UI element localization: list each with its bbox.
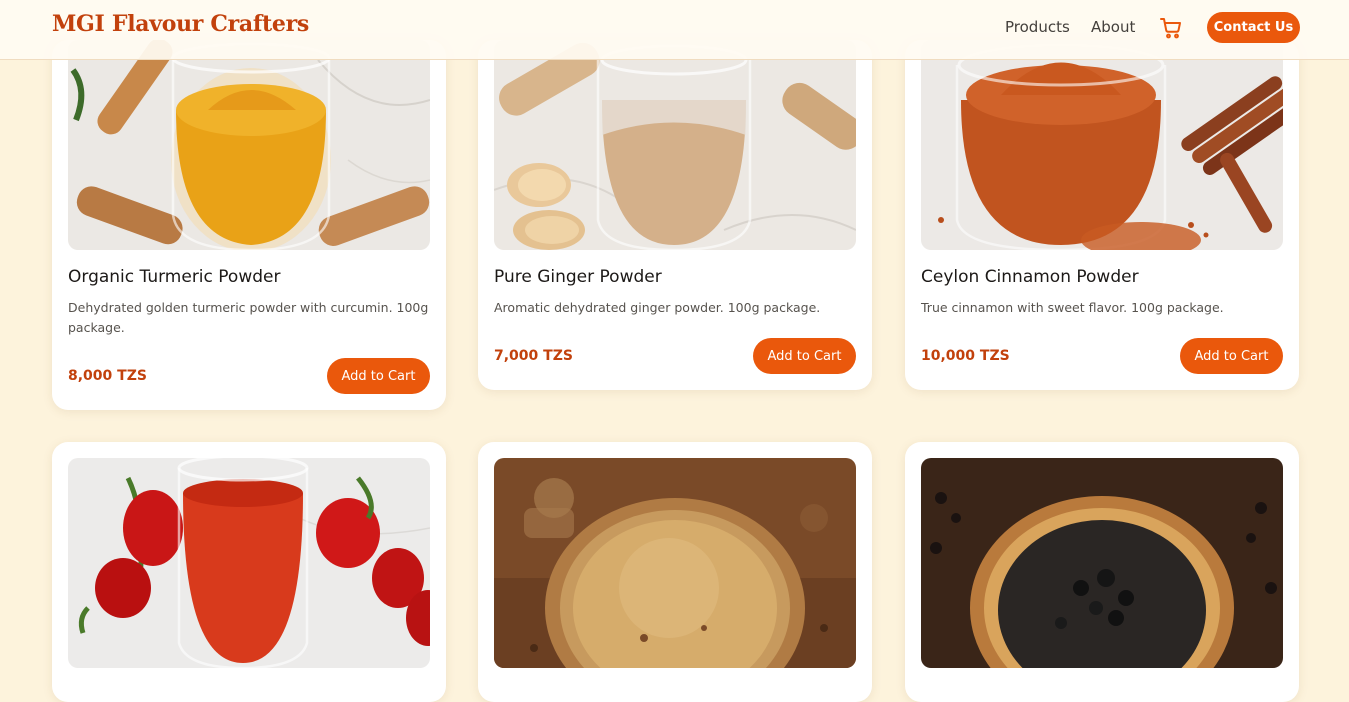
product-card — [52, 442, 446, 702]
product-price: 8,000 TZS — [68, 368, 147, 384]
product-card — [478, 442, 872, 702]
add-to-cart-button[interactable]: Add to Cart — [753, 338, 856, 374]
product-description: True cinnamon with sweet flavor. 100g pa… — [921, 300, 1224, 315]
brand-logo[interactable]: MGI Flavour Crafters — [52, 11, 309, 37]
add-to-cart-button[interactable]: Add to Cart — [1180, 338, 1283, 374]
cart-icon[interactable] — [1159, 16, 1183, 40]
product-image — [68, 40, 430, 250]
product-price: 7,000 TZS — [494, 348, 573, 364]
product-card — [905, 442, 1299, 702]
product-image — [921, 40, 1283, 250]
nav-about-link[interactable]: About — [1091, 18, 1135, 36]
product-image — [494, 458, 856, 668]
product-title: Ceylon Cinnamon Powder — [921, 267, 1139, 287]
product-title: Pure Ginger Powder — [494, 267, 662, 287]
product-image — [494, 40, 856, 250]
product-image — [68, 458, 430, 668]
product-description: Aromatic dehydrated ginger powder. 100g … — [494, 300, 821, 315]
add-to-cart-button[interactable]: Add to Cart — [327, 358, 430, 394]
product-title: Organic Turmeric Powder — [68, 267, 281, 287]
nav-products-link[interactable]: Products — [1005, 18, 1070, 36]
product-card: Pure Ginger Powder Aromatic dehydrated g… — [478, 40, 872, 390]
product-description: Dehydrated golden turmeric powder with c… — [68, 300, 429, 335]
contact-us-button[interactable]: Contact Us — [1207, 12, 1300, 43]
product-card: Ceylon Cinnamon Powder True cinnamon wit… — [905, 40, 1299, 390]
product-price: 10,000 TZS — [921, 348, 1010, 364]
navbar: MGI Flavour Crafters Products About Cont… — [0, 0, 1349, 60]
product-card: Organic Turmeric Powder Dehydrated golde… — [52, 40, 446, 410]
product-image — [921, 458, 1283, 668]
